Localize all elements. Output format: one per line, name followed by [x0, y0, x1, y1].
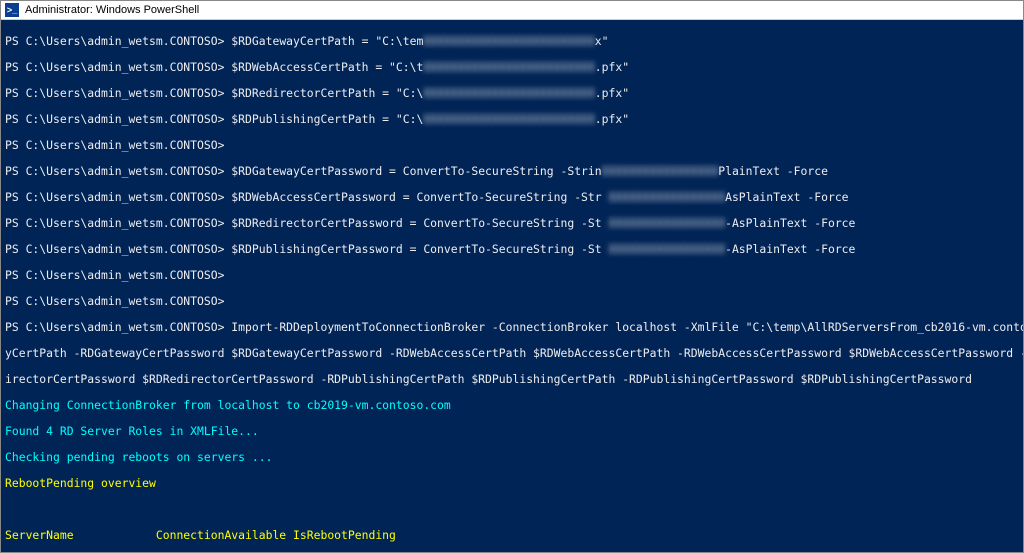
window-titlebar[interactable]: >_ Administrator: Windows PowerShell	[1, 1, 1023, 20]
ps-prompt: PS C:\Users\admin_wetsm.CONTOSO>	[5, 138, 224, 152]
ps-prompt: PS C:\Users\admin_wetsm.CONTOSO>	[5, 268, 224, 282]
cmd-text: .pfx"	[595, 60, 629, 74]
ps-prompt: PS C:\Users\admin_wetsm.CONTOSO>	[5, 320, 224, 334]
window-title: Administrator: Windows PowerShell	[25, 4, 199, 16]
redacted-text: XXXXXXXXXXXXXXXXXXXXXXXXX	[423, 86, 594, 100]
cmd-text: $RDGatewayCertPath = "C:\tem	[224, 34, 423, 48]
ps-prompt: PS C:\Users\admin_wetsm.CONTOSO>	[5, 112, 224, 126]
status-line: Found 4 RD Server Roles in XMLFile...	[5, 425, 1019, 438]
ps-prompt: PS C:\Users\admin_wetsm.CONTOSO>	[5, 60, 224, 74]
cmd-text: $RDWebAccessCertPath = "C:\t	[224, 60, 423, 74]
redacted-text: XXXXXXXXXXXXXXXXX	[609, 190, 726, 204]
cmd-text: x"	[595, 34, 609, 48]
cmd-text: $RDRedirectorCertPassword = ConvertTo-Se…	[224, 216, 608, 230]
cmd-text: -AsPlainText -Force	[725, 242, 855, 256]
cmd-text: .pfx"	[595, 112, 629, 126]
ps-prompt: PS C:\Users\admin_wetsm.CONTOSO>	[5, 190, 224, 204]
powershell-icon: >_	[5, 3, 19, 17]
ps-prompt: PS C:\Users\admin_wetsm.CONTOSO>	[5, 34, 224, 48]
ps-prompt: PS C:\Users\admin_wetsm.CONTOSO>	[5, 216, 224, 230]
table-header: ServerName ConnectionAvailable IsRebootP…	[5, 529, 1019, 542]
cmd-wrap: yCertPath -RDGatewayCertPassword $RDGate…	[5, 347, 1019, 360]
cmd-text: AsPlainText -Force	[725, 190, 848, 204]
cmd-text: -AsPlainText -Force	[725, 216, 855, 230]
cmd-text: $RDRedirectorCertPath = "C:\	[224, 86, 423, 100]
ps-prompt: PS C:\Users\admin_wetsm.CONTOSO>	[5, 294, 224, 308]
redacted-text: XXXXXXXXXXXXXXXXXXXXXXXXX	[423, 60, 594, 74]
cmd-text: $RDPublishingCertPath = "C:\	[224, 112, 423, 126]
redacted-text: XXXXXXXXXXXXXXXXXXXXXXXXX	[423, 112, 594, 126]
cmd-text: Import-RDDeploymentToConnectionBroker -C…	[224, 320, 1023, 334]
redacted-text: XXXXXXXXXXXXXXXXX	[602, 164, 719, 178]
cmd-text: $RDGatewayCertPassword = ConvertTo-Secur…	[224, 164, 601, 178]
terminal-output[interactable]: PS C:\Users\admin_wetsm.CONTOSO> $RDGate…	[1, 20, 1023, 552]
status-line: Changing ConnectionBroker from localhost…	[5, 399, 1019, 412]
ps-prompt: PS C:\Users\admin_wetsm.CONTOSO>	[5, 86, 224, 100]
ps-prompt: PS C:\Users\admin_wetsm.CONTOSO>	[5, 164, 224, 178]
status-line: Checking pending reboots on servers ...	[5, 451, 1019, 464]
section-heading: RebootPending overview	[5, 477, 1019, 490]
powershell-window: >_ Administrator: Windows PowerShell PS …	[0, 0, 1024, 553]
cmd-text: .pfx"	[595, 86, 629, 100]
redacted-text: XXXXXXXXXXXXXXXXX	[609, 216, 726, 230]
cmd-text: PlainText -Force	[718, 164, 828, 178]
redacted-text: XXXXXXXXXXXXXXXXX	[609, 242, 726, 256]
redacted-text: XXXXXXXXXXXXXXXXXXXXXXXXX	[423, 34, 594, 48]
cmd-text: $RDWebAccessCertPassword = ConvertTo-Sec…	[224, 190, 608, 204]
cmd-wrap: irectorCertPassword $RDRedirectorCertPas…	[5, 373, 1019, 386]
cmd-text: $RDPublishingCertPassword = ConvertTo-Se…	[224, 242, 608, 256]
ps-prompt: PS C:\Users\admin_wetsm.CONTOSO>	[5, 242, 224, 256]
